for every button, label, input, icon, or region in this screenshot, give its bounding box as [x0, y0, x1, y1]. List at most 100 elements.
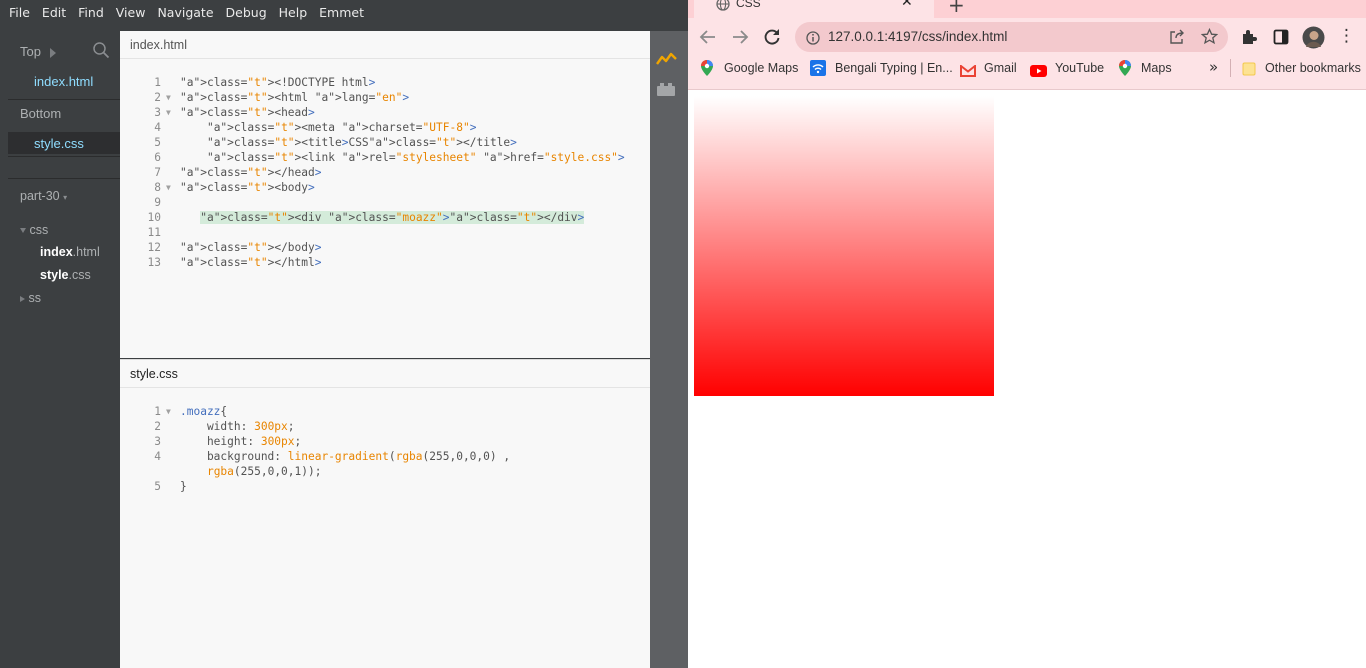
- avatar[interactable]: [1302, 26, 1325, 53]
- folder-css[interactable]: css: [20, 223, 48, 237]
- side-panel-icon[interactable]: [1273, 29, 1289, 49]
- wifi-icon: [810, 60, 826, 80]
- working-file-style[interactable]: style.css: [34, 136, 84, 151]
- bookmark-youtube[interactable]: YouTube: [1055, 61, 1104, 75]
- line-number: 3: [154, 435, 161, 448]
- line-number: 10: [147, 211, 161, 224]
- line-number: 9: [154, 196, 161, 209]
- code-text: "a">class="t"></body>: [180, 241, 322, 254]
- bookmark-gmail[interactable]: Gmail: [984, 61, 1017, 75]
- working-file-index[interactable]: index.html: [34, 74, 93, 89]
- tree-file-style[interactable]: style.css: [40, 268, 91, 282]
- bookmark-divider: [1230, 59, 1231, 77]
- project-name: part-30: [20, 189, 60, 203]
- code-text: "a">class="t"><head>: [180, 106, 315, 119]
- menu-find[interactable]: Find: [78, 0, 104, 26]
- divider: [8, 156, 120, 157]
- code-text: height: 300px;: [180, 435, 302, 448]
- code-text: }: [180, 480, 187, 493]
- line-number: 2: [154, 91, 161, 104]
- line-number: 6: [154, 151, 161, 164]
- pane-header: style.css: [120, 360, 650, 388]
- file-name: style: [40, 268, 69, 282]
- expand-icon: [20, 228, 26, 234]
- close-tab-icon[interactable]: ✕: [901, 0, 913, 10]
- code-text: background: linear-gradient(rgba(255,0,0…: [180, 450, 511, 463]
- menu-file[interactable]: File: [9, 0, 30, 26]
- info-icon[interactable]: [806, 30, 820, 49]
- new-tab-icon[interactable]: +: [948, 0, 965, 17]
- menu-edit[interactable]: Edit: [42, 0, 66, 26]
- gmail-icon: [960, 62, 976, 81]
- sidebar: Top index.html Bottom style.css part-30 …: [0, 31, 120, 668]
- code-text: "a">class="t"></html>: [180, 256, 322, 269]
- code-text: "a">class="t"><meta "a">charset="UTF-8">: [206, 121, 477, 134]
- menu-view[interactable]: View: [116, 0, 146, 26]
- share-icon[interactable]: [1169, 29, 1185, 49]
- folder-css-label: css: [29, 223, 49, 237]
- search-icon[interactable]: [92, 41, 110, 63]
- divider: [8, 178, 120, 179]
- tree-file-index[interactable]: index.html: [40, 245, 100, 259]
- pane-header: index.html: [120, 31, 650, 59]
- line-number: 4: [154, 450, 161, 463]
- fold-icon[interactable]: ▼: [166, 90, 171, 105]
- code-text: width: 300px;: [180, 420, 295, 433]
- right-toolbar: [650, 31, 688, 668]
- back-icon[interactable]: [699, 28, 717, 50]
- code-text: "a">class="t"><!DOCTYPE html>: [180, 76, 376, 89]
- youtube-icon: [1030, 62, 1047, 81]
- brackets-editor: File Edit Find View Navigate Debug Help …: [0, 0, 688, 668]
- play-icon[interactable]: [49, 44, 57, 63]
- browser-tab[interactable]: CSS ✕: [694, 0, 934, 18]
- line-number: 5: [154, 480, 161, 493]
- gradient-box: [694, 96, 994, 396]
- menu-debug[interactable]: Debug: [226, 0, 267, 26]
- code-text: "a">class="t"><body>: [180, 181, 315, 194]
- line-number: 8: [154, 181, 161, 194]
- file-ext: .html: [72, 245, 100, 259]
- line-number: 1: [154, 76, 161, 89]
- line-number: 7: [154, 166, 161, 179]
- working-files-top-label: Top: [20, 44, 41, 59]
- line-number: 5: [154, 136, 161, 149]
- line-number: 3: [154, 106, 161, 119]
- menu-emmet[interactable]: Emmet: [319, 0, 364, 26]
- bookmark-maps[interactable]: Maps: [1141, 61, 1172, 75]
- reload-icon[interactable]: [763, 28, 781, 50]
- fold-icon[interactable]: ▼: [166, 105, 171, 120]
- code-text: "a">class="t"><title>CSS"a">class="t"></…: [206, 136, 517, 149]
- fold-icon[interactable]: ▼: [166, 404, 171, 419]
- tab-title: CSS: [736, 0, 761, 10]
- more-bookmarks-icon[interactable]: »: [1209, 58, 1218, 76]
- menu-navigate[interactable]: Navigate: [157, 0, 213, 26]
- address-bar[interactable]: 127.0.0.1:4197/css/index.html: [795, 22, 1228, 52]
- other-bookmarks[interactable]: Other bookmarks: [1265, 61, 1361, 75]
- editor-pane-bottom[interactable]: style.css 1 ▼ .moazz{2 width: 300px; 3 heig…: [120, 359, 650, 668]
- code-text: "a">class="t"><html "a">lang="en">: [180, 91, 410, 104]
- code-text: .moazz{: [180, 405, 228, 418]
- project-dropdown[interactable]: part-30 ▾: [20, 189, 67, 203]
- globe-icon: [716, 0, 730, 15]
- extension-manager-icon[interactable]: [656, 81, 676, 100]
- live-preview-icon[interactable]: [656, 51, 678, 70]
- fold-icon[interactable]: ▼: [166, 180, 171, 195]
- bookmark-bengali-typing[interactable]: Bengali Typing | En...: [835, 61, 953, 75]
- folder-ss-label: ss: [28, 291, 41, 305]
- folder-ss[interactable]: ss: [20, 291, 41, 305]
- menu-bar: File Edit Find View Navigate Debug Help …: [0, 0, 688, 26]
- forward-icon[interactable]: [731, 28, 749, 50]
- file-ext: .css: [68, 268, 91, 282]
- tab-strip: CSS ✕ +: [688, 0, 1366, 18]
- line-number: 11: [147, 226, 161, 239]
- pane-title: style.css: [130, 367, 178, 381]
- browser-toolbar: 127.0.0.1:4197/css/index.html ⋮ Google M…: [688, 18, 1366, 90]
- extensions-icon[interactable]: [1240, 28, 1258, 50]
- maps-icon: [1119, 60, 1131, 80]
- bookmark-google-maps[interactable]: Google Maps: [724, 61, 798, 75]
- editor-pane-top[interactable]: index.html 1 "a">class="t"><!DOCTYPE html…: [120, 31, 650, 358]
- star-icon[interactable]: [1200, 27, 1219, 49]
- code-text: "a">class="t"><div "a">class="moazz">"a"…: [200, 211, 585, 224]
- menu-icon[interactable]: ⋮: [1338, 27, 1355, 45]
- menu-help[interactable]: Help: [279, 0, 308, 26]
